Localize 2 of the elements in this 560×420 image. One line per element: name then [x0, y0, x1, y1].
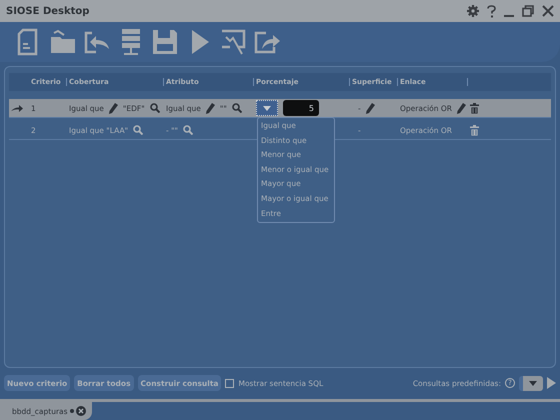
- percentage-field[interactable]: 5: [283, 100, 319, 116]
- window-title: SIOSE Desktop: [6, 6, 90, 16]
